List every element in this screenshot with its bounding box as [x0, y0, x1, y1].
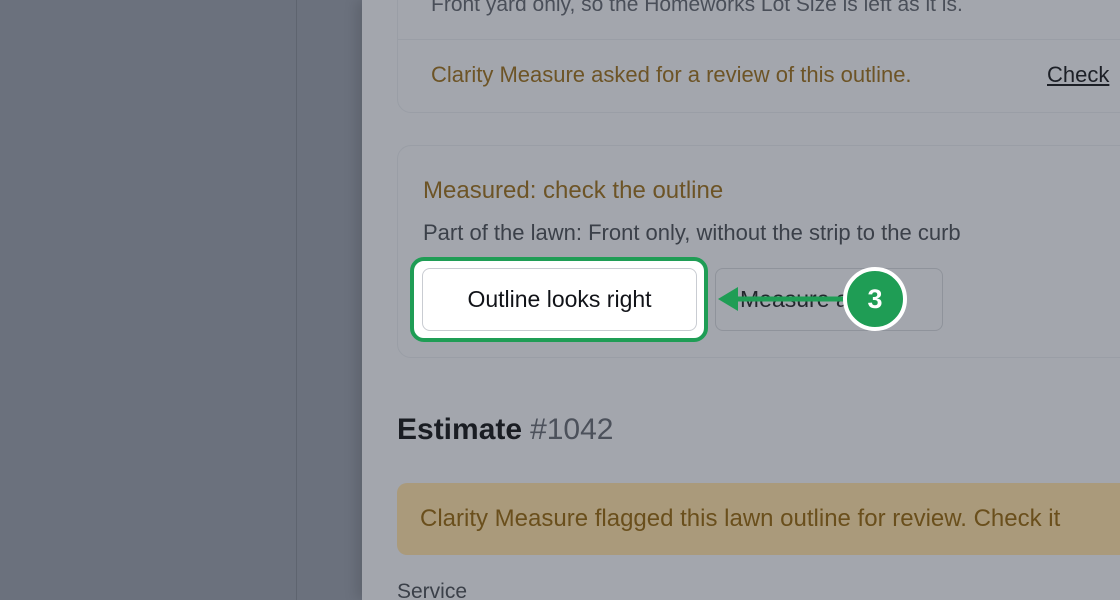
- flag-banner: Clarity Measure flagged this lawn outlin…: [397, 483, 1120, 555]
- left-pane: [0, 0, 362, 600]
- outline-looks-right-button[interactable]: Outline looks right: [422, 268, 697, 331]
- service-label: Service: [397, 580, 468, 600]
- left-divider: [296, 0, 297, 600]
- measured-subtitle: Part of the lawn: Front only, without th…: [423, 220, 961, 245]
- review-note: Clarity Measure asked for a review of th…: [431, 62, 912, 87]
- estimate-heading: Estimate #1042: [397, 413, 614, 447]
- pointer-arrow-icon: [718, 287, 851, 311]
- flag-banner-text: Clarity Measure flagged this lawn outlin…: [420, 505, 1061, 532]
- estimate-number: #1042: [530, 413, 614, 446]
- estimate-title: Estimate: [397, 413, 523, 446]
- lot-size-card: Front yard only, so the Homeworks Lot Si…: [397, 0, 1120, 113]
- measured-title: Measured: check the outline: [423, 177, 724, 204]
- card-divider: [398, 39, 1120, 40]
- lot-size-note: Front yard only, so the Homeworks Lot Si…: [431, 0, 963, 16]
- check-link[interactable]: Check: [1047, 62, 1109, 88]
- step-badge: 3: [843, 267, 907, 331]
